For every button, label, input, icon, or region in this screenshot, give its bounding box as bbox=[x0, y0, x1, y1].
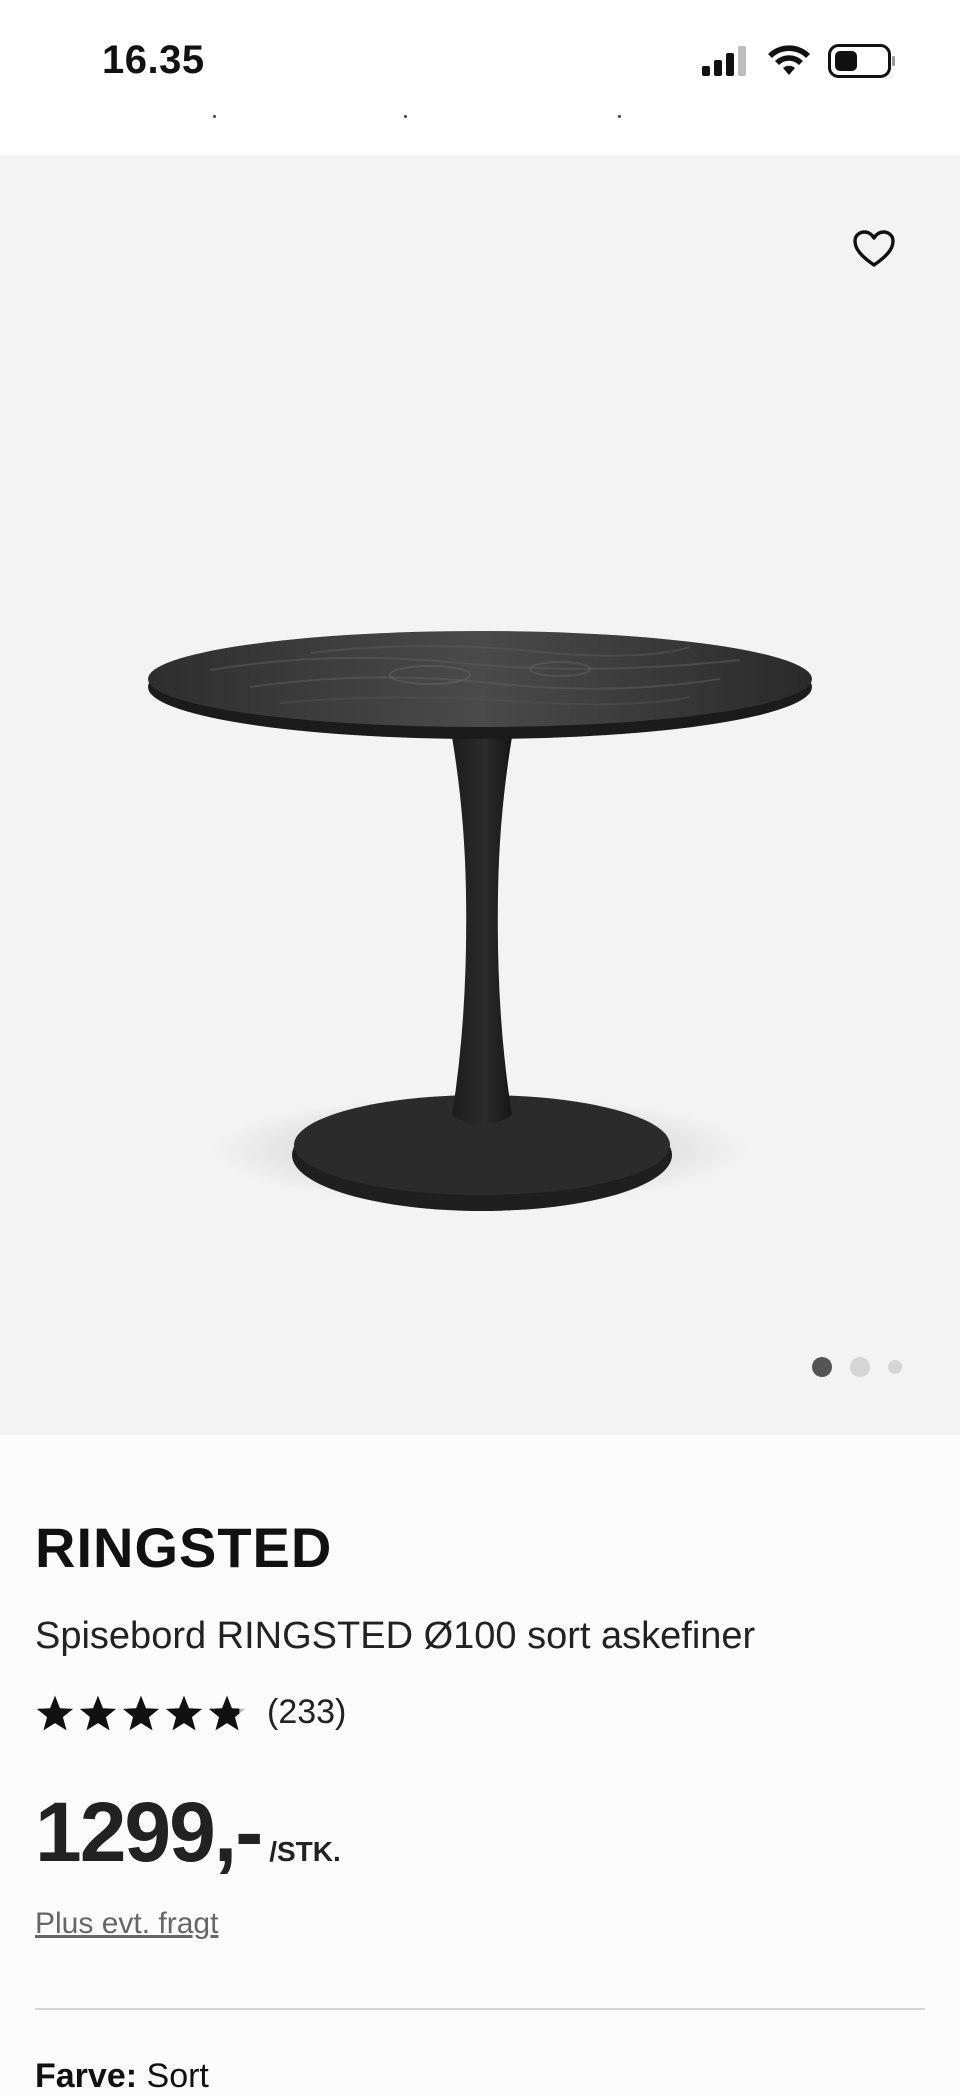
star-icon bbox=[79, 1695, 117, 1730]
star-icon bbox=[122, 1695, 160, 1730]
pagination-dot-active[interactable] bbox=[812, 1357, 832, 1377]
product-brand: RINGSTED bbox=[35, 1516, 333, 1579]
wifi-icon bbox=[768, 44, 810, 82]
battery-icon bbox=[828, 43, 896, 83]
product-subtitle: Spisebord RINGSTED Ø100 sort askefiner bbox=[35, 1615, 756, 1657]
star-icon bbox=[165, 1695, 203, 1730]
pagination-dot[interactable] bbox=[888, 1360, 902, 1374]
status-time: 16.35 bbox=[102, 38, 205, 82]
divider-dot bbox=[213, 115, 216, 118]
divider-dot bbox=[618, 115, 621, 118]
star-icon bbox=[36, 1695, 74, 1730]
product-image bbox=[130, 455, 830, 1275]
status-icons bbox=[702, 43, 896, 83]
rating-stars bbox=[35, 1694, 247, 1732]
product-price: 1299,- bbox=[35, 1785, 263, 1879]
freight-link[interactable]: Plus evt. fragt bbox=[35, 1907, 218, 1941]
cellular-signal-icon bbox=[702, 45, 750, 81]
star-partial-icon bbox=[208, 1695, 246, 1730]
product-rating[interactable]: (233) bbox=[35, 1693, 346, 1732]
color-value: Sort bbox=[146, 2057, 209, 2095]
pagination-dot[interactable] bbox=[850, 1357, 870, 1377]
favorite-button[interactable] bbox=[850, 227, 898, 275]
color-selector[interactable]: Farve: Sort bbox=[35, 2057, 209, 2096]
heart-outline-icon bbox=[853, 229, 895, 273]
price-unit: /STK. bbox=[269, 1836, 341, 1867]
status-bar: 16.35 bbox=[0, 0, 960, 155]
gallery-pagination bbox=[812, 1357, 902, 1377]
review-count[interactable]: (233) bbox=[267, 1693, 346, 1732]
color-label: Farve: bbox=[35, 2057, 138, 2095]
divider-dot bbox=[404, 115, 407, 118]
price-row: 1299,- /STK. bbox=[35, 1790, 341, 1874]
section-divider bbox=[35, 2008, 925, 2010]
product-gallery[interactable] bbox=[0, 155, 960, 1435]
